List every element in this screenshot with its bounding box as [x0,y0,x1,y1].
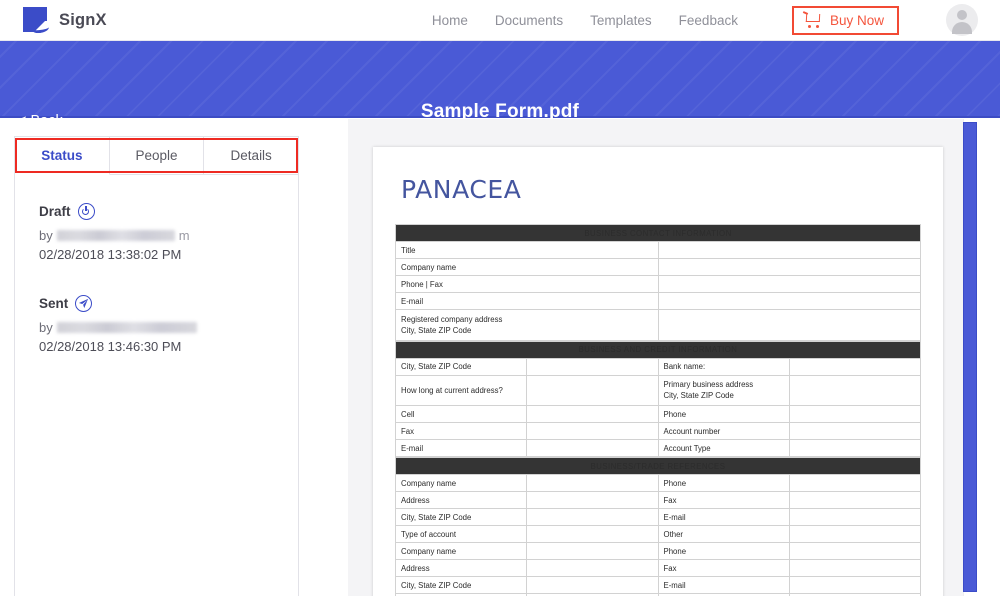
input-cell[interactable] [526,474,659,493]
input-cell[interactable] [657,275,921,293]
document-logo-heading: PANACEA [401,175,522,204]
event-timestamp: 02/28/2018 13:46:30 PM [39,339,182,354]
event-author: by m [39,228,298,243]
nav-item-feedback[interactable]: Feedback [679,13,738,28]
input-cell[interactable] [788,525,922,544]
timeline-event-sent: Sent by 02/28/2018 13:46:30 PM [39,295,298,354]
event-by-tail: m [178,228,190,243]
input-cell[interactable] [788,474,922,493]
document-viewer[interactable]: PANACEA BUSINESS CONTACT INFORMATION Tit… [348,119,1000,596]
nav-item-documents[interactable]: Documents [495,13,563,28]
table-row: Fax Account number [394,422,922,441]
table-row: City, State ZIP Code E-mail [394,508,922,527]
event-heading: Sent [39,295,298,312]
table-row: City, State ZIP Code Bank name: [394,357,922,376]
user-avatar-icon[interactable] [946,4,978,36]
document-header-banner: < Back Sample Form.pdf waiting for me to… [0,41,1000,144]
table-row: City, State ZIP Code E-mail [394,576,922,595]
table-row: Company name Phone [394,474,922,493]
event-status-label: Sent [39,296,69,311]
input-cell[interactable] [526,508,659,527]
input-cell[interactable] [526,439,659,458]
status-timeline: Draft by m 02/28/2018 13:38:02 PM Sent b… [15,175,298,354]
form-table: BUSINESS CONTACT INFORMATION Title Compa… [395,224,921,341]
buy-now-label: Buy Now [829,12,884,28]
input-cell[interactable] [657,292,921,310]
event-status-label: Draft [39,204,71,219]
document-page: PANACEA BUSINESS CONTACT INFORMATION Tit… [373,147,943,596]
power-circle-icon [77,203,95,220]
tab-people[interactable]: People [109,137,205,175]
timeline-event-draft: Draft by m 02/28/2018 13:38:02 PM [39,203,298,262]
redacted-email [56,322,197,333]
input-cell[interactable] [788,559,922,578]
table-row: E-mail [395,292,921,310]
brand-name: SignX [59,10,107,29]
form-table: BUSINESS AND CREDIT INFORMATION City, St… [394,340,922,458]
table-row: Address Fax [394,559,922,578]
input-cell[interactable] [526,559,659,578]
input-cell[interactable] [526,491,659,510]
section-header: BUSINESS/TRADE REFERENCES [395,457,921,476]
table-row: Address Fax [394,491,922,510]
input-cell[interactable] [788,491,922,510]
input-cell[interactable] [788,542,922,561]
table-row: Registered company address City, State ZI… [395,309,921,341]
input-cell[interactable] [788,405,922,424]
table-row: Type of accountOther [394,525,922,544]
shopping-cart-icon [802,10,822,28]
tab-status[interactable]: Status [15,137,110,175]
input-cell[interactable] [526,405,659,424]
input-cell[interactable] [788,439,922,458]
sidebar-panel: Status People Details Draft by m 02/28/2… [14,136,299,596]
tab-details[interactable]: Details [204,137,299,175]
input-cell[interactable] [657,241,921,259]
nav-links: Home Documents Templates Feedback Buy No… [432,4,1000,36]
input-cell[interactable] [526,422,659,441]
input-cell[interactable] [788,374,922,407]
event-timestamp: 02/28/2018 13:38:02 PM [39,247,182,262]
table-row: Title [395,241,921,259]
table-row: Company name Phone [394,542,922,561]
table-row: E-mail Account Type [394,439,922,458]
table-row: Cell Phone [394,405,922,424]
event-author: by [39,320,298,335]
section-header: BUSINESS CONTACT INFORMATION [395,224,921,242]
input-cell[interactable] [526,357,659,376]
scrollbar-thumb[interactable] [963,122,977,592]
sidebar-tabs: Status People Details [15,137,299,175]
event-heading: Draft [39,203,298,220]
input-cell[interactable] [526,525,659,544]
signx-logo-icon [20,5,50,35]
input-cell[interactable] [657,309,921,341]
input-cell[interactable] [526,576,659,595]
section-header: BUSINESS AND CREDIT INFORMATION [395,340,921,359]
input-cell[interactable] [788,357,922,376]
redacted-email [56,230,175,241]
top-navigation-bar: SignX Home Documents Templates Feedback … [0,0,1000,41]
table-row: How long at current address? Primary busi… [394,374,922,407]
table-row: Company name [395,258,921,276]
input-cell[interactable] [788,508,922,527]
input-cell[interactable] [526,374,659,407]
input-cell[interactable] [657,258,921,276]
form-table: BUSINESS/TRADE REFERENCES Company name Ph… [394,457,922,596]
nav-item-home[interactable]: Home [432,13,468,28]
event-by-prefix: by [39,228,53,243]
input-cell[interactable] [788,576,922,595]
table-row: Phone | Fax [395,275,921,293]
input-cell[interactable] [526,542,659,561]
buy-now-button[interactable]: Buy Now [791,5,899,35]
paper-plane-icon [75,295,93,312]
nav-item-templates[interactable]: Templates [590,13,652,28]
brand-logo[interactable]: SignX [20,5,107,35]
input-cell[interactable] [788,422,922,441]
event-by-prefix: by [39,320,53,335]
